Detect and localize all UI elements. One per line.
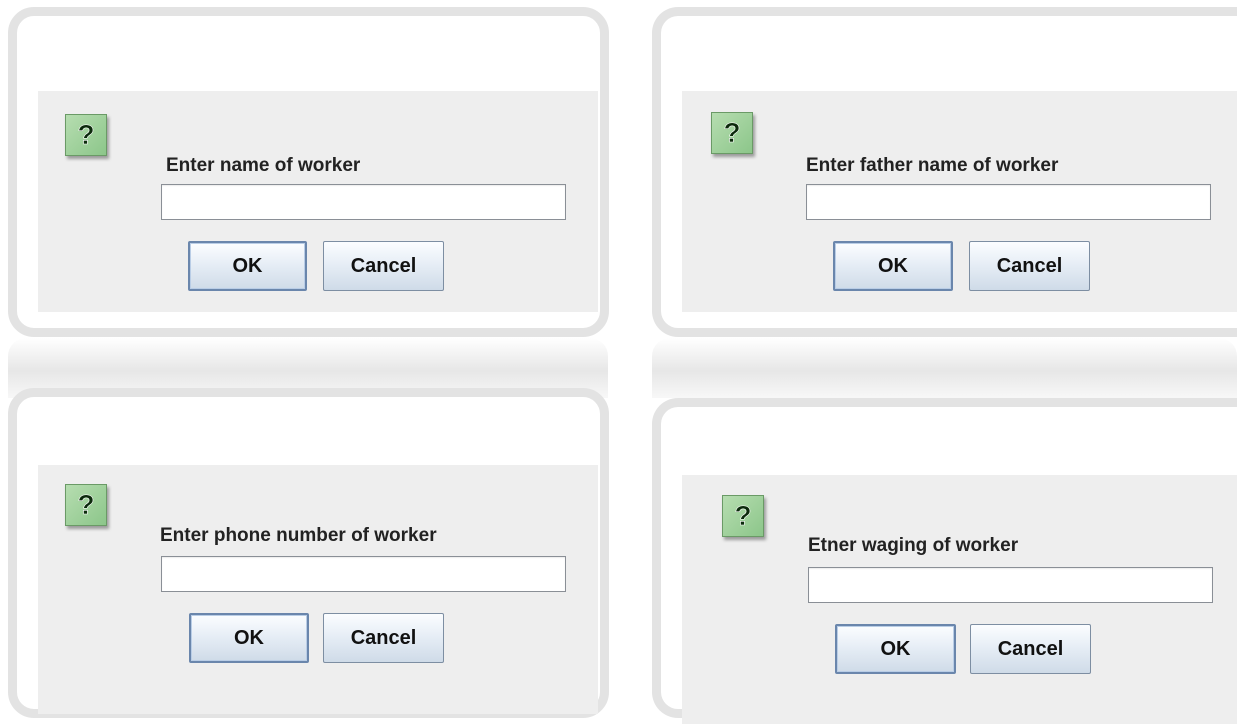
svg-text:?: ? <box>77 119 94 150</box>
ok-button[interactable]: OK <box>835 624 956 674</box>
cancel-button[interactable]: Cancel <box>969 241 1090 291</box>
question-icon: ? <box>65 484 107 526</box>
worker-name-input[interactable] <box>161 184 566 220</box>
prompt-label: Enter father name of worker <box>806 155 1059 176</box>
dialog-panel: ? Enter phone number of worker OK Cancel <box>38 465 598 714</box>
dialog-window: ? Enter phone number of worker OK Cancel <box>8 388 609 718</box>
dialog-panel: ? Etner waging of worker OK Cancel <box>682 475 1237 724</box>
window-reflection <box>652 338 1237 398</box>
question-icon: ? <box>711 112 753 154</box>
svg-text:?: ? <box>734 500 751 531</box>
father-name-input[interactable] <box>806 184 1211 220</box>
dialog-window: ? Enter father name of worker OK Cancel <box>652 7 1237 337</box>
waging-input[interactable] <box>808 567 1213 603</box>
ok-button[interactable]: OK <box>833 241 953 291</box>
dialog-panel: ? Enter father name of worker OK Cancel <box>682 91 1237 312</box>
ok-button[interactable]: OK <box>188 241 307 291</box>
ok-button[interactable]: OK <box>189 613 309 663</box>
prompt-label: Enter phone number of worker <box>160 525 437 546</box>
cancel-button[interactable]: Cancel <box>323 241 444 291</box>
phone-number-input[interactable] <box>161 556 566 592</box>
prompt-label: Etner waging of worker <box>808 535 1019 556</box>
cancel-button[interactable]: Cancel <box>970 624 1091 674</box>
cancel-button[interactable]: Cancel <box>323 613 444 663</box>
dialog-window: ? Etner waging of worker OK Cancel <box>652 398 1237 724</box>
svg-text:?: ? <box>77 489 94 520</box>
question-icon: ? <box>65 114 107 156</box>
svg-text:?: ? <box>723 117 740 148</box>
prompt-label: Enter name of worker <box>166 155 361 176</box>
dialog-window: ? Enter name of worker OK Cancel <box>8 7 609 337</box>
question-icon: ? <box>722 495 764 537</box>
dialog-panel: ? Enter name of worker OK Cancel <box>38 91 598 312</box>
